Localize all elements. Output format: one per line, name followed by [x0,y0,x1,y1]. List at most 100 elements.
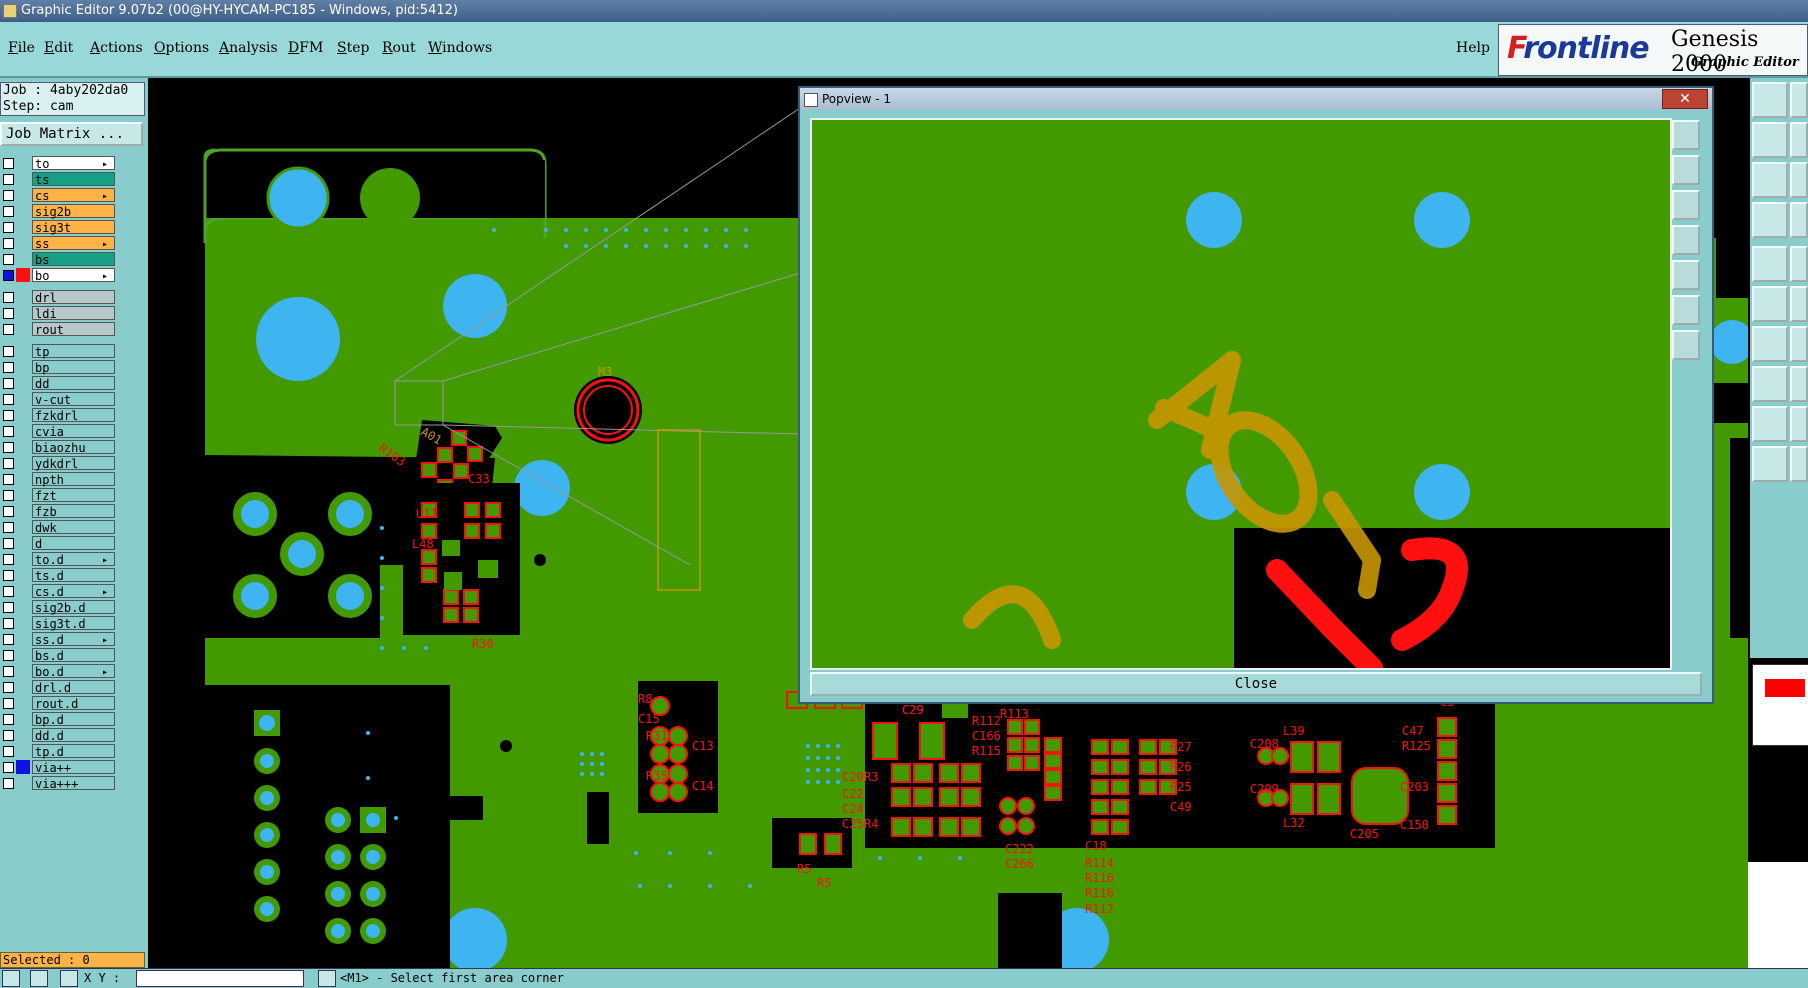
popview-zoom-out-icon[interactable] [1672,225,1700,255]
tool-snap-icon[interactable] [1790,202,1808,238]
popview-close-icon[interactable]: ✕ [1662,89,1708,109]
layer-name[interactable]: bo ▸ [32,268,115,283]
menu-analysis[interactable]: Analysis [219,40,278,56]
layer-color-swatch[interactable] [16,220,30,234]
layer-name[interactable]: to ▸ [32,156,115,171]
layer-checkbox[interactable] [3,324,14,335]
job-matrix-button[interactable]: Job Matrix ... [0,122,143,146]
layer-row-sig3t[interactable]: sig3t [0,220,118,235]
layer-name[interactable]: ts [32,172,115,187]
layer-checkbox[interactable] [3,190,14,201]
layer-name[interactable]: bo.d ▸ [32,664,115,679]
popview-zoom-fit-icon[interactable] [1672,120,1700,150]
layer-color-swatch[interactable] [16,664,30,678]
layer-checkbox[interactable] [3,410,14,421]
layer-name[interactable]: bs.d [32,648,115,663]
layer-row-sig2b.d[interactable]: sig2b.d [0,600,118,615]
layer-row-fzt[interactable]: fzt [0,488,118,503]
layer-color-swatch[interactable] [16,290,30,304]
layer-row-sig3t.d[interactable]: sig3t.d [0,616,118,631]
layer-row-cvia[interactable]: cvia [0,424,118,439]
tool-diag-icon[interactable] [1790,406,1808,442]
layer-name[interactable]: tp [32,344,115,359]
layer-checkbox[interactable] [3,666,14,677]
layer-color-swatch[interactable] [16,156,30,170]
layer-row-cs.d[interactable]: cs.d ▸ [0,584,118,599]
layer-color-swatch[interactable] [16,306,30,320]
layer-row-bp.d[interactable]: bp.d [0,712,118,727]
tool-slope-icon[interactable] [1790,326,1808,362]
layer-checkbox[interactable] [3,222,14,233]
layer-row-ts.d[interactable]: ts.d [0,568,118,583]
layer-checkbox[interactable] [3,206,14,217]
layer-checkbox[interactable] [3,506,14,517]
layer-row-bs.d[interactable]: bs.d [0,648,118,663]
layer-name[interactable]: dd [32,376,115,391]
layer-checkbox[interactable] [3,554,14,565]
tool-triangle-icon[interactable] [1752,406,1788,442]
layer-name[interactable]: ss.d ▸ [32,632,115,647]
tool-line-icon[interactable] [1790,246,1808,282]
layer-color-swatch[interactable] [16,424,30,438]
popview-home-icon[interactable] [1672,155,1700,185]
layer-row-cs[interactable]: cs ▸ [0,188,118,203]
layer-name[interactable]: dwk [32,520,115,535]
layer-name[interactable]: ldi [32,306,115,321]
layer-checkbox[interactable] [3,586,14,597]
tool-route-icon[interactable] [1752,286,1788,322]
layer-color-swatch[interactable] [16,648,30,662]
layer-checkbox[interactable] [3,698,14,709]
layer-color-swatch[interactable] [16,712,30,726]
layer-row-via++[interactable]: via++ [0,760,118,775]
layer-checkbox[interactable] [3,570,14,581]
tool-cross-icon[interactable] [1790,286,1808,322]
status-next-icon[interactable] [30,970,48,987]
layer-checkbox[interactable] [3,458,14,469]
tool-angle-icon[interactable] [1752,326,1788,362]
layer-row-rout.d[interactable]: rout.d [0,696,118,711]
layer-checkbox[interactable] [3,442,14,453]
tool-box-icon[interactable] [1790,446,1808,482]
menu-options[interactable]: Options [154,40,209,56]
layer-name[interactable]: cvia [32,424,115,439]
menu-dfm[interactable]: DFM [288,40,323,56]
layer-color-swatch[interactable] [16,488,30,502]
layer-color-swatch[interactable] [16,188,30,202]
layer-name[interactable]: v-cut [32,392,115,407]
layer-row-dd.d[interactable]: dd.d [0,728,118,743]
layer-name[interactable]: via+++ [32,776,115,791]
layer-color-swatch[interactable] [16,568,30,582]
layer-row-biaozhu[interactable]: biaozhu [0,440,118,455]
layer-name[interactable]: drl [32,290,115,305]
layer-row-fzb[interactable]: fzb [0,504,118,519]
layer-row-v-cut[interactable]: v-cut [0,392,118,407]
menu-help[interactable]: Help [1456,40,1490,56]
layer-checkbox[interactable] [3,762,14,773]
layer-checkbox[interactable] [3,426,14,437]
layer-color-swatch[interactable] [16,728,30,742]
tool-fit-icon[interactable] [1752,162,1788,198]
layer-checkbox[interactable] [3,362,14,373]
layer-row-ts[interactable]: ts [0,172,118,187]
layer-color-swatch[interactable] [16,600,30,614]
layer-row-to[interactable]: to ▸ [0,156,118,171]
layer-row-tp.d[interactable]: tp.d [0,744,118,759]
tool-select-icon[interactable] [1752,446,1788,482]
layer-row-ss[interactable]: ss ▸ [0,236,118,251]
layer-row-ss.d[interactable]: ss.d ▸ [0,632,118,647]
layer-checkbox[interactable] [3,238,14,249]
layer-checkbox[interactable] [3,682,14,693]
layer-name[interactable]: ts.d [32,568,115,583]
tool-minus-icon[interactable] [1790,366,1808,402]
popview-zoom-area-icon[interactable] [1672,295,1700,325]
layer-color-swatch[interactable] [16,760,30,774]
status-grid-icon[interactable] [60,970,78,987]
layer-color-swatch[interactable] [16,360,30,374]
layer-name[interactable]: fzkdrl [32,408,115,423]
tool-pan-icon[interactable] [1790,82,1808,118]
layer-name[interactable]: ss ▸ [32,236,115,251]
layer-color-swatch[interactable] [16,744,30,758]
layer-name[interactable]: sig2b.d [32,600,115,615]
layer-row-bo.d[interactable]: bo.d ▸ [0,664,118,679]
layer-color-swatch[interactable] [16,204,30,218]
